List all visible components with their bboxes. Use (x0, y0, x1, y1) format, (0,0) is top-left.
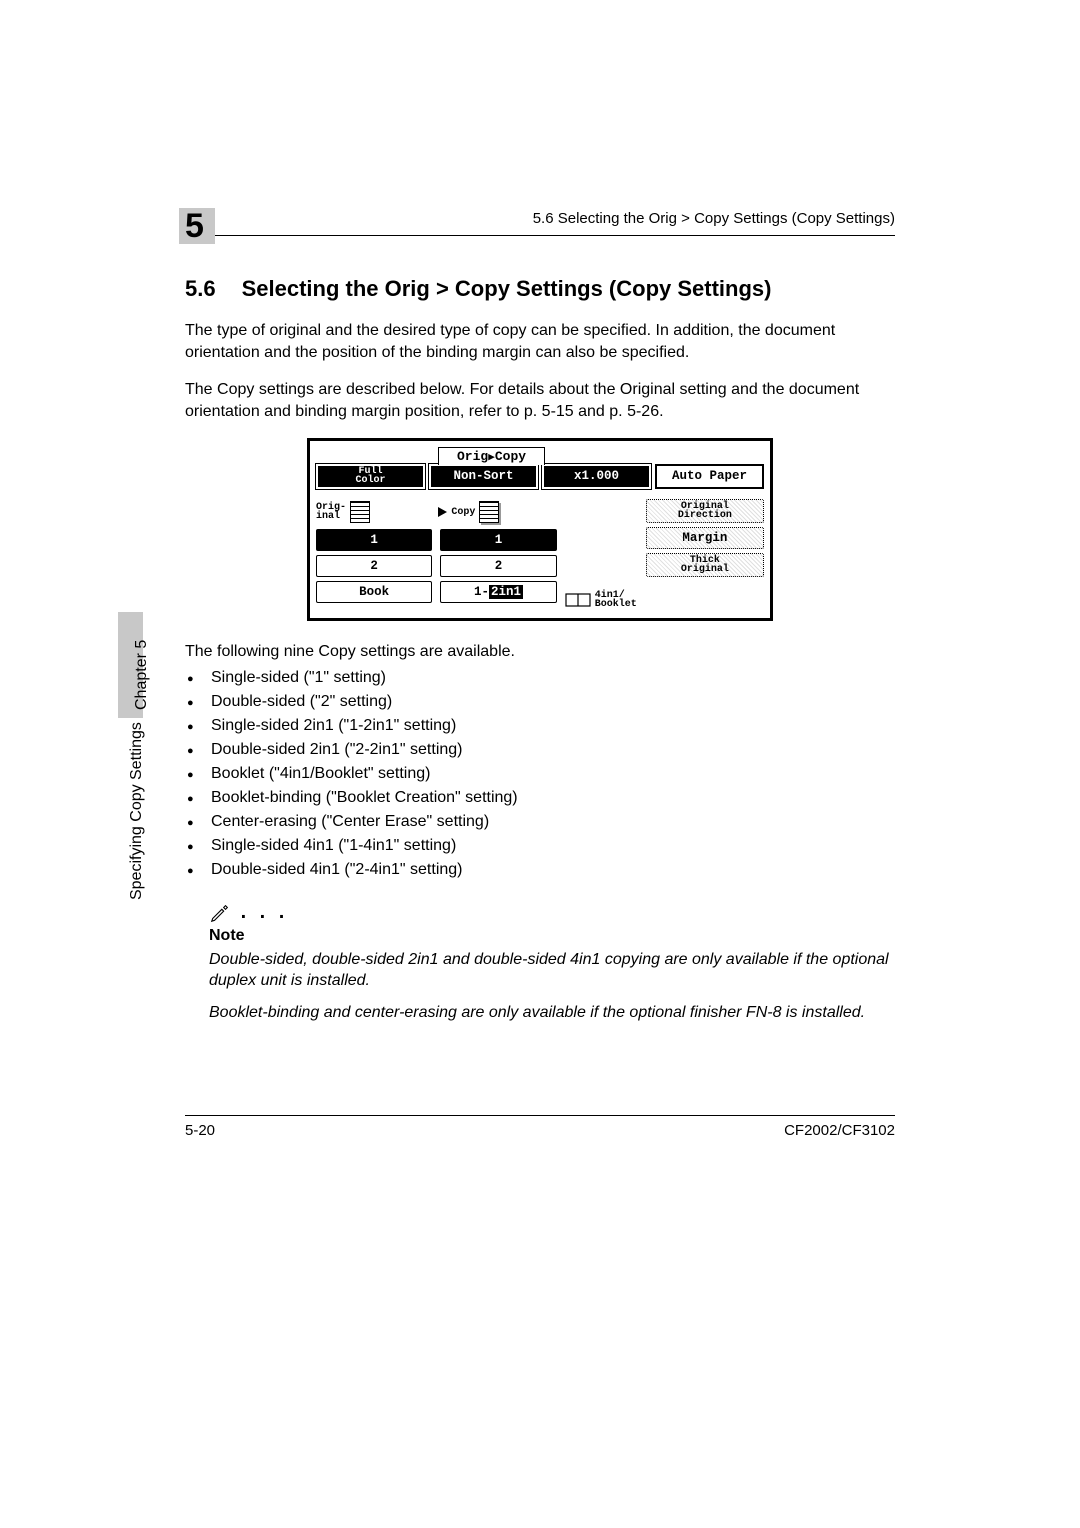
margin-button[interactable]: Margin (646, 527, 764, 549)
tab-arrow-icon: ▶ (488, 452, 495, 464)
full-color-button[interactable]: Full Color (316, 464, 425, 489)
copy-page-icon (479, 501, 499, 523)
list-item: Single-sided 2in1 ("1-2in1" setting) (211, 717, 895, 735)
side-chapter-label: Chapter 5 (133, 640, 151, 710)
list-item: Double-sided 2in1 ("2-2in1" setting) (211, 741, 895, 759)
arrow-right-icon (438, 507, 447, 517)
page-number: 5-20 (185, 1122, 215, 1139)
original-book-button[interactable]: Book (316, 581, 432, 603)
page-footer: 5-20 CF2002/CF3102 (185, 1115, 895, 1139)
note-body-1: Double-sided, double-sided 2in1 and doub… (209, 949, 895, 992)
intro-para-2: The Copy settings are described below. F… (185, 379, 895, 422)
copy-1-2in1-button[interactable]: 1-2in1 (440, 581, 556, 603)
original-2-button[interactable]: 2 (316, 555, 432, 577)
copy-2-button[interactable]: 2 (440, 555, 556, 577)
list-item: Booklet-binding ("Booklet Creation" sett… (211, 789, 895, 807)
section-number: 5.6 (185, 276, 216, 302)
footer-rule (185, 1115, 895, 1116)
list-item: Double-sided ("2" setting) (211, 693, 895, 711)
copy-col-head: Copy (440, 499, 556, 525)
list-item: Booklet ("4in1/Booklet" setting) (211, 765, 895, 783)
copy-settings-list: Single-sided ("1" setting) Double-sided … (185, 669, 895, 879)
auto-paper-button[interactable]: Auto Paper (655, 464, 764, 489)
running-head: 5.6 Selecting the Orig > Copy Settings (… (345, 210, 895, 233)
header-rule (185, 235, 895, 236)
booklet-label: 4in1/Booklet (565, 587, 638, 612)
list-item: Double-sided 4in1 ("2-4in1" setting) (211, 861, 895, 879)
non-sort-button[interactable]: Non-Sort (429, 464, 538, 489)
list-intro: The following nine Copy settings are ava… (185, 643, 895, 661)
orig-copy-tab[interactable]: Orig▶Copy (438, 447, 545, 465)
tab-orig-label: Orig (457, 449, 488, 464)
thick-original-button[interactable]: ThickOriginal (646, 553, 764, 577)
section-title: 5.6 Selecting the Orig > Copy Settings (… (185, 276, 895, 302)
original-1-button[interactable]: 1 (316, 529, 432, 551)
model-number: CF2002/CF3102 (784, 1122, 895, 1139)
original-page-icon (350, 501, 370, 523)
copy-1-button[interactable]: 1 (440, 529, 556, 551)
original-direction-button[interactable]: OriginalDirection (646, 499, 764, 523)
list-item: Center-erasing ("Center Erase" setting) (211, 813, 895, 831)
zoom-button[interactable]: x1.000 (542, 464, 651, 489)
original-col-head: Orig-inal (316, 499, 432, 525)
note-heading: Note (209, 927, 895, 945)
intro-para-1: The type of original and the desired typ… (185, 320, 895, 363)
note-block: . . . Note Double-sided, double-sided 2i… (185, 901, 895, 1023)
tab-copy-label: Copy (495, 449, 526, 464)
lcd-panel: Orig▶Copy Full Color Non-Sort x1.000 Aut… (307, 438, 773, 621)
note-body-2: Booklet-binding and center-erasing are o… (209, 1002, 895, 1024)
booklet-icon (565, 592, 591, 608)
pencil-icon (209, 902, 231, 924)
section-heading: Selecting the Orig > Copy Settings (Copy… (242, 276, 772, 302)
list-item: Single-sided ("1" setting) (211, 669, 895, 687)
note-icon-row: . . . (209, 901, 895, 924)
list-item: Single-sided 4in1 ("1-4in1" setting) (211, 837, 895, 855)
side-section-label: Specifying Copy Settings (128, 722, 146, 900)
chapter-number: 5 (185, 207, 204, 246)
